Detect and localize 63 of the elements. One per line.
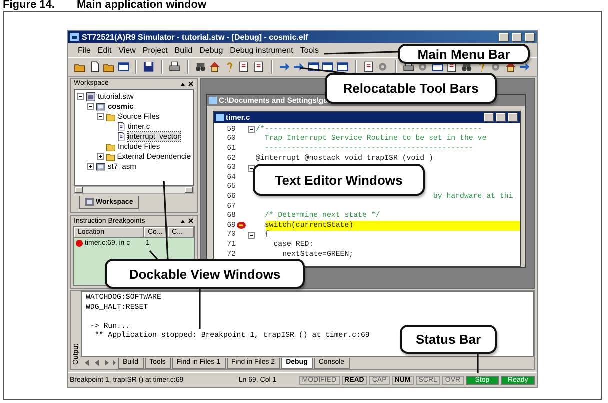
window-title: ST72521(A)R9 Simulator - tutorial.stw - [Debug] - cosmic.elf [82,32,310,42]
tab-navigation-icon[interactable] [83,359,117,367]
breakpoint-icon[interactable] [76,240,83,246]
callout: Main Menu Bar [398,44,530,64]
file-icon [116,132,126,142]
expand-icon[interactable] [97,153,104,160]
fold-icon[interactable] [248,232,254,239]
app-icon [70,33,79,41]
figure-number: Figure 14. [3,0,55,11]
menu-item[interactable]: Project [142,46,168,54]
workspace-icon [85,198,94,206]
printer-icon[interactable] [168,61,181,73]
callout: Dockable View Windows [105,259,305,289]
expand-icon[interactable] [87,163,94,170]
document-icon[interactable] [252,61,265,73]
menu-item[interactable]: File [78,46,91,54]
page-icon[interactable] [88,61,100,73]
collapse-icon[interactable] [97,113,104,120]
folder-icon [106,142,116,152]
leader-line [477,354,479,373]
menu-item[interactable]: Build [174,46,193,54]
project-icon [96,102,106,112]
maximize-button[interactable] [512,32,522,42]
leader-line [149,250,159,261]
binoculars-icon[interactable] [194,61,206,73]
callout: Text Editor Windows [253,164,425,196]
document-icon[interactable] [238,61,250,73]
folder-icon [106,152,116,162]
document-icon[interactable] [362,61,374,73]
minimize-button[interactable] [499,32,509,42]
file-icon [116,122,126,132]
window-icon[interactable] [322,61,334,73]
close-button[interactable] [525,32,535,42]
menu-item[interactable]: Tools [300,46,320,54]
collapse-icon[interactable] [87,103,94,110]
arrow-icon[interactable] [293,61,305,73]
menu-item[interactable]: Debug [200,46,224,54]
project-icon [96,162,106,172]
maximize-button[interactable] [496,113,506,122]
folder-icon [106,112,116,122]
window-icon[interactable] [118,61,130,73]
house-icon[interactable] [504,61,516,73]
leader-line [199,289,201,329]
callout: Status Bar [400,325,497,354]
panel-controls-icon[interactable] [180,80,194,87]
menu-item[interactable]: Debug instrument [230,46,294,54]
arrow-icon[interactable] [519,61,532,73]
scroll-bar[interactable] [74,186,194,194]
close-button[interactable] [508,113,518,122]
save-icon[interactable] [143,61,155,73]
panel-controls-icon[interactable] [180,218,194,224]
fold-icon[interactable] [248,126,254,134]
breakpoint-arrow-icon[interactable] [236,222,246,230]
document-icon [209,97,217,104]
document-icon [216,114,224,121]
menu-item[interactable]: Edit [98,46,112,54]
minimize-button[interactable] [484,113,494,122]
window-icon[interactable] [336,61,348,73]
fold-icon[interactable] [248,164,254,172]
menu-item[interactable]: View [118,46,136,54]
figure-title: Main application window [76,0,207,11]
collapse-icon[interactable] [77,93,84,100]
workspace-icon [86,92,96,102]
